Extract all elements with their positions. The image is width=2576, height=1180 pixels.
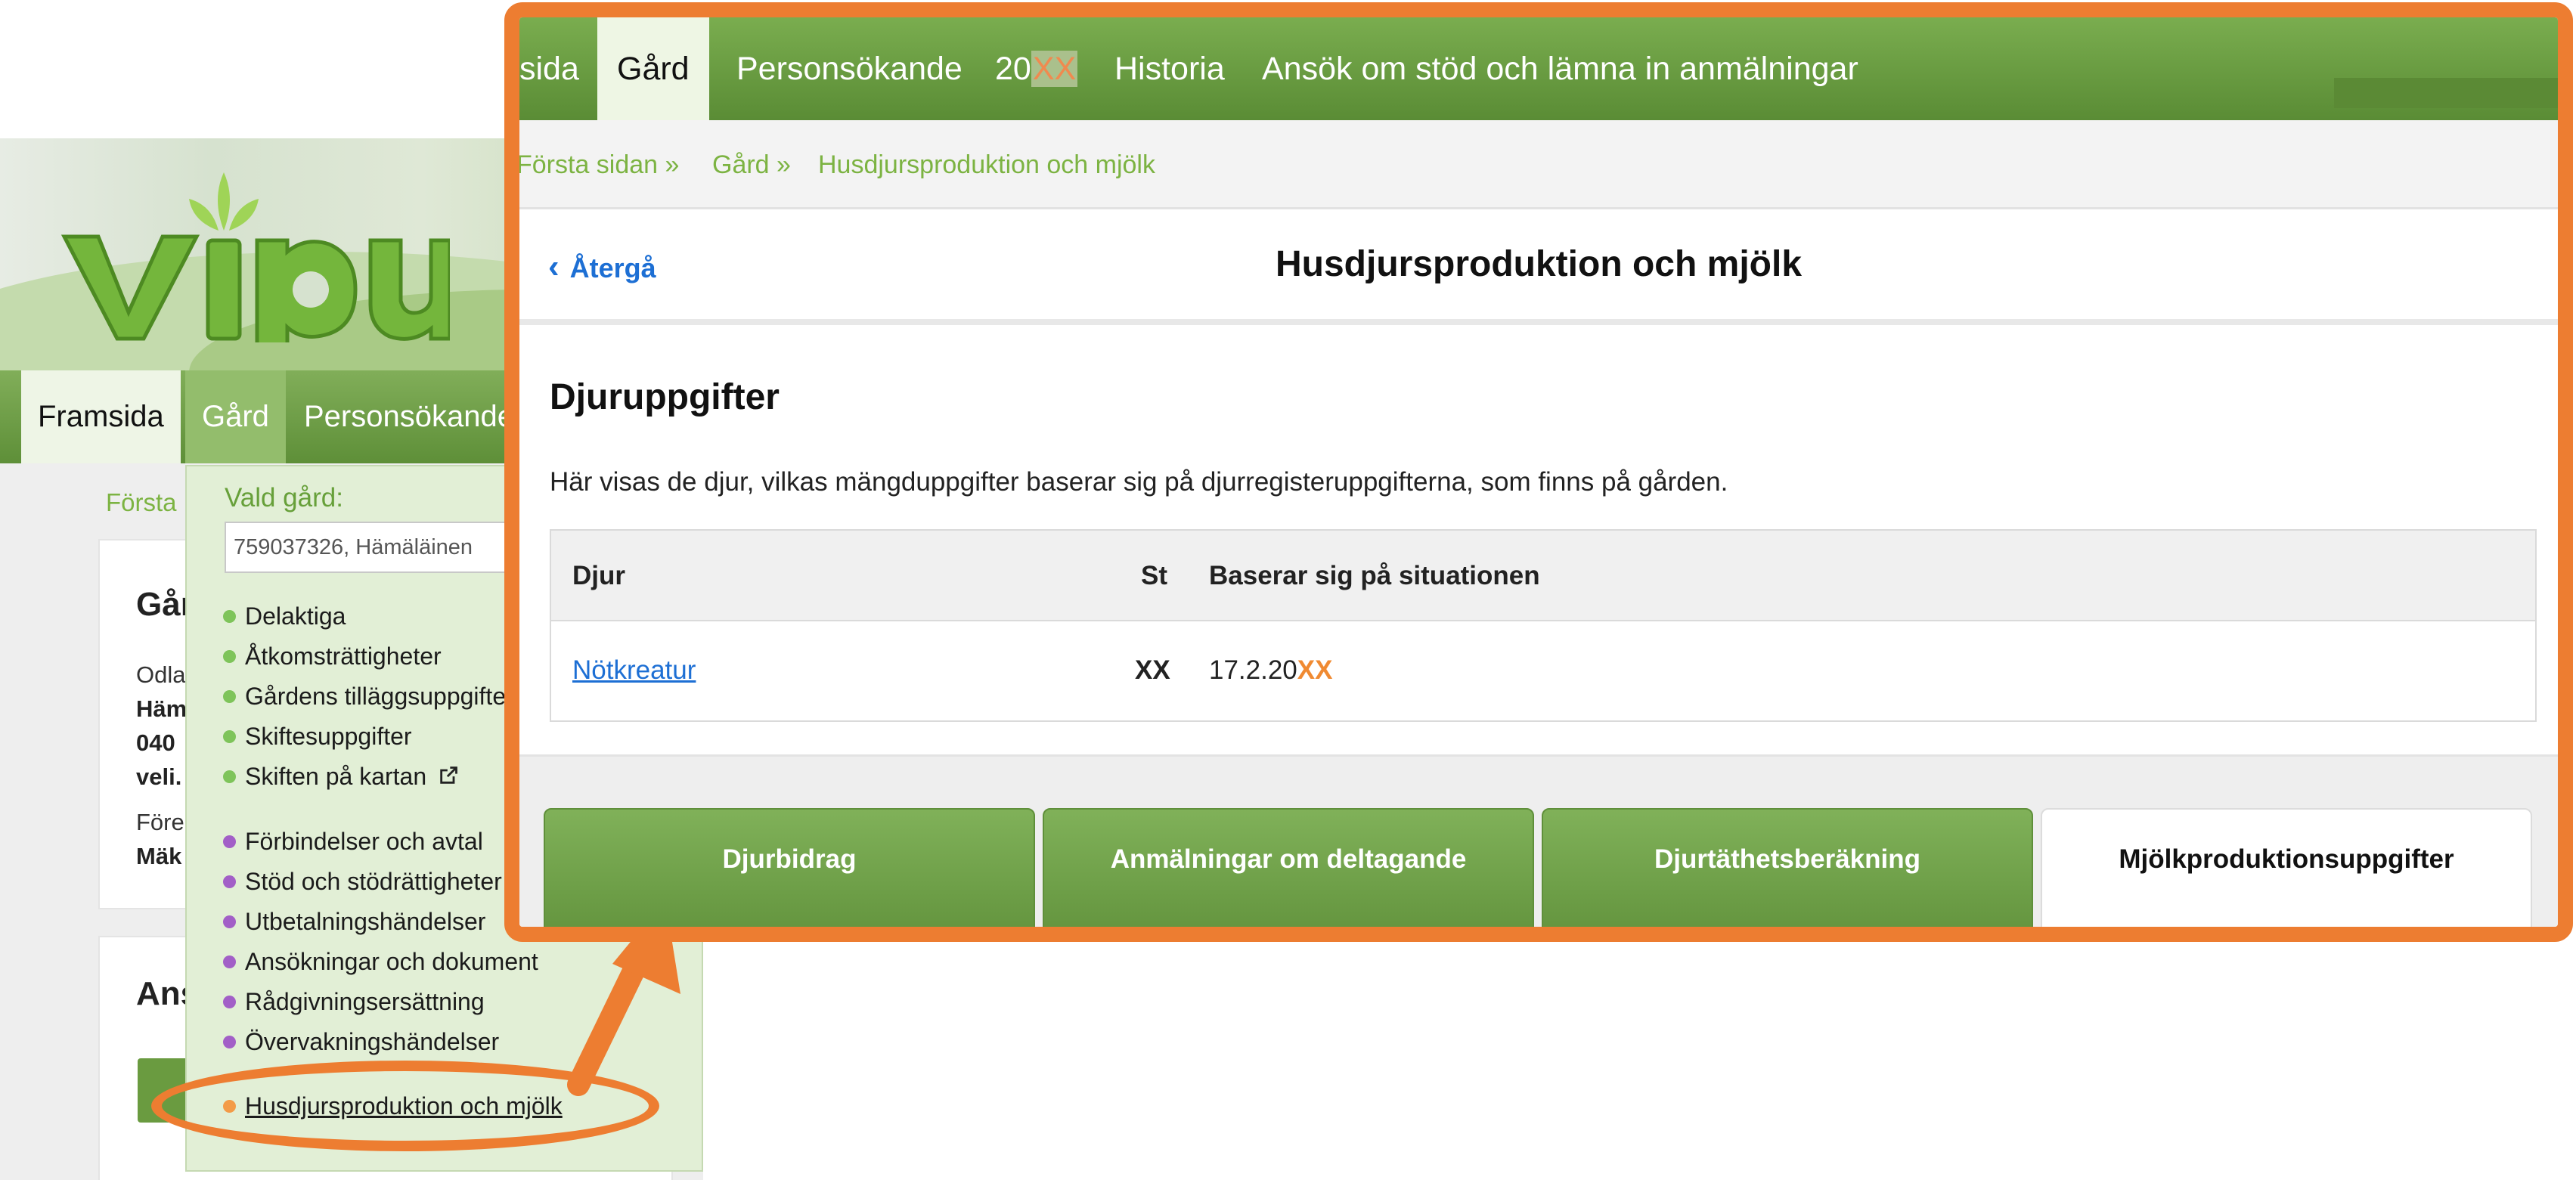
nav-shadow [2334, 78, 2558, 108]
menu-item[interactable]: Delaktiga [223, 602, 346, 630]
menu-item[interactable]: Stöd och stödrättigheter [223, 868, 502, 896]
nav-farm[interactable]: Gård [185, 370, 286, 463]
column-header: Baserar sig på situationen [1209, 561, 1540, 590]
nav-home[interactable]: Framsida [21, 370, 181, 463]
bullet-icon [223, 770, 236, 783]
bullet-icon [223, 915, 236, 928]
bullet-icon [223, 650, 236, 663]
main-nav: sida Gård Personsökande 20XX Historia An… [519, 17, 2558, 120]
nav-farm[interactable]: Gård [597, 17, 709, 120]
tab-animal-subsidy[interactable]: Djurbidrag [544, 808, 1035, 927]
bullet-icon [223, 610, 236, 623]
card-text: Mäk [136, 843, 182, 869]
background-breadcrumb[interactable]: Första [106, 488, 177, 517]
card-text: veli. [136, 763, 182, 790]
table-header-row: Djur St Baserar sig på situationen [551, 531, 2535, 621]
breadcrumb-current: Husdjursproduktion och mjölk [818, 150, 1155, 179]
nav-history[interactable]: Historia [1114, 17, 1225, 120]
menu-item[interactable]: Åtkomsträttigheter [223, 643, 442, 671]
section-title: Djuruppgifter [550, 377, 780, 417]
menu-item[interactable]: Ansökningar och dokument [223, 948, 538, 976]
card-text: 040 [136, 729, 175, 756]
tab-strip: Djurbidrag Anmälningar om deltagande Dju… [519, 754, 2558, 927]
nav-home-partial[interactable]: sida [519, 17, 579, 120]
tab-animal-density[interactable]: Djurtäthetsberäkning [1542, 808, 2033, 927]
nav-person-search[interactable]: Personsökande [736, 17, 963, 120]
menu-item[interactable]: Gårdens tilläggsuppgifter [223, 683, 514, 711]
menu-item[interactable]: Rådgivningsersättning [223, 988, 485, 1016]
intro-text: Här visas de djur, vilkas mängduppgifter… [550, 467, 1728, 497]
selected-farm-label: Vald gård: [225, 483, 343, 513]
breadcrumb-farm[interactable]: Gård » [712, 120, 791, 209]
breadcrumb: Första sidan » Gård » Husdjursproduktion… [519, 120, 2558, 209]
menu-item[interactable]: Övervakningshändelser [223, 1028, 499, 1056]
bullet-icon [223, 835, 236, 848]
menu-item[interactable]: Skiftesuppgifter [223, 723, 412, 751]
page-header: Husdjursproduktion och mjölk ‹ Återgå [519, 212, 2558, 325]
nav-year[interactable]: 20XX [995, 17, 1078, 120]
bullet-icon [223, 690, 236, 703]
card-text: Före [136, 809, 184, 835]
column-header: St [1141, 561, 1167, 590]
bullet-icon [223, 955, 236, 968]
card-text: Odla [136, 661, 186, 688]
tab-participation-notices[interactable]: Anmälningar om deltagande [1043, 808, 1534, 927]
bullet-icon [223, 1036, 236, 1048]
animal-count: XX [1135, 655, 1170, 685]
nav-apply[interactable]: Ansök om stöd och lämna in anmälningar [1262, 17, 1858, 120]
page-title: Husdjursproduktion och mjölk [1275, 244, 1803, 284]
bullet-icon [223, 996, 236, 1008]
card-text: Häm [136, 695, 188, 722]
situation-date: 17.2.20XX [1209, 655, 1333, 685]
menu-item[interactable]: Förbindelser och avtal [223, 828, 483, 856]
menu-item[interactable]: Utbetalningshändelser [223, 908, 485, 936]
tab-milk-production[interactable]: Mjölkproduktionsuppgifter [2041, 808, 2532, 927]
zoomed-detail-panel: sida Gård Personsökande 20XX Historia An… [504, 2, 2573, 942]
animal-link[interactable]: Nötkreatur [572, 621, 696, 720]
back-link[interactable]: ‹ Återgå [548, 248, 656, 286]
main-content: Djuruppgifter Här visas de djur, vilkas … [519, 331, 2558, 785]
nav-person-search[interactable]: Personsökande [287, 370, 531, 463]
breadcrumb-home[interactable]: Första sidan » [519, 120, 679, 209]
chevron-left-icon: ‹ [548, 248, 560, 285]
column-header: Djur [572, 561, 625, 590]
vipu-logo[interactable] [57, 169, 450, 342]
bullet-icon [223, 875, 236, 888]
menu-item[interactable]: Skiften på kartan [223, 763, 459, 791]
bullet-icon [223, 730, 236, 743]
external-link-icon [440, 767, 457, 784]
animals-table: Djur St Baserar sig på situationen Nötkr… [550, 529, 2537, 722]
